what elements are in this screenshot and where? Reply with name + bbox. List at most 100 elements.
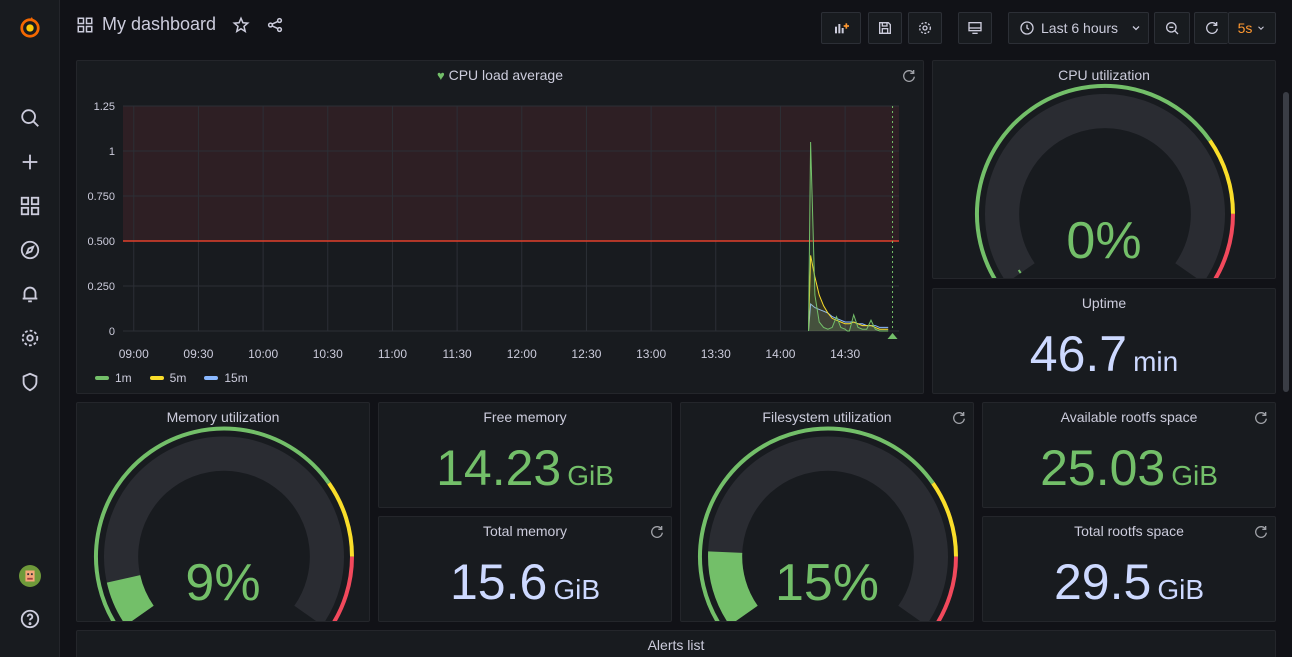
gear-icon [919,22,931,34]
refresh-icon[interactable] [1253,410,1269,426]
legend-swatch [204,376,219,380]
x-tick-label: 13:30 [701,347,731,361]
stat-value-wrap: 25.03 GiB [983,439,1275,497]
legend-label: 1m [115,371,132,385]
stat-value: 15.6 [449,554,548,610]
alerts-list-panel[interactable]: Alerts list [76,630,1276,657]
refresh-interval-picker[interactable]: 5s [1228,12,1276,44]
total-rootfs-panel[interactable]: Total rootfs space 29.5 GiB [982,516,1276,622]
y-tick-label: 1.25 [94,101,115,113]
threshold-region [123,106,899,241]
panel-title-wrap: ♥ CPU load average [77,67,923,83]
explore-icon[interactable] [15,235,45,265]
x-tick-label: 14:00 [765,347,795,361]
grafana-logo-icon[interactable] [15,13,45,43]
legend-swatch [149,376,164,380]
y-tick-label: 1 [109,146,115,158]
available-rootfs-panel[interactable]: Available rootfs space 25.03 GiB [982,402,1276,508]
uptime-panel[interactable]: Uptime 46.7 min [932,288,1276,394]
panel-title: CPU load average [448,67,563,83]
annotation-marker[interactable] [887,333,898,339]
dashboards-icon [77,17,93,32]
panel-title: Total memory [482,523,568,539]
stat-value-wrap: 46.7 min [933,325,1275,383]
panel-title: Alerts list [647,637,705,653]
x-tick-label: 10:00 [248,347,278,361]
y-tick-label: 0.500 [87,236,115,248]
legend-label: 15m [224,371,248,385]
y-tick-label: 0.250 [87,281,115,293]
legend-item-15m[interactable]: 15m [204,371,248,385]
gauge-value: 0% [1066,212,1142,270]
stat-value-wrap: 29.5 GiB [983,553,1275,611]
stat-value: 14.23 [436,440,562,496]
shield-icon[interactable] [15,367,45,397]
memory-utilization-panel[interactable]: Memory utilization 9% [76,402,370,622]
heart-icon: ♥ [436,68,445,83]
x-tick-label: 09:30 [183,347,213,361]
y-tick-label: 0.750 [87,191,115,203]
legend-swatch [95,376,109,380]
plus-icon[interactable] [15,147,45,177]
scrollbar[interactable] [1283,92,1289,392]
help-icon[interactable] [15,604,45,634]
legend-label: 5m [169,371,187,385]
dashboards-icon[interactable] [15,191,45,221]
stat-value: 46.7 [1029,326,1128,382]
panel-title: Available rootfs space [1060,409,1198,425]
clock-icon [1020,21,1034,35]
star-icon[interactable] [232,15,250,34]
time-range-picker[interactable]: Last 6 hours [1008,12,1149,44]
top-navbar: My dashboard Last 6 hours 5s [60,0,1292,56]
x-tick-label: 12:30 [571,347,601,361]
x-tick-label: 11:00 [378,347,407,361]
search-icon[interactable] [15,103,45,133]
zoom-out-icon [1166,22,1179,35]
dashboard-settings-button[interactable] [908,12,942,44]
stat-unit: GiB [1171,460,1218,491]
sidebar [0,0,60,657]
x-tick-label: 12:00 [507,347,537,361]
stat-value: 29.5 [1053,554,1152,610]
gauge-value: 9% [185,554,261,612]
cycle-view-mode-button[interactable] [958,12,992,44]
gear-icon[interactable] [15,323,45,353]
add-panel-button[interactable] [821,12,861,44]
panel-title: Total rootfs space [1074,523,1184,539]
cpu-utilization-panel[interactable]: CPU utilization 0% [932,60,1276,279]
total-memory-panel[interactable]: Total memory 15.6 GiB [378,516,672,622]
zoom-out-button[interactable] [1154,12,1190,44]
stat-value: 25.03 [1040,440,1166,496]
legend-item-5m[interactable]: 5m [149,371,187,385]
x-tick-label: 14:30 [830,347,860,361]
refresh-button[interactable] [1194,12,1228,44]
free-memory-panel[interactable]: Free memory 14.23 GiB [378,402,672,508]
share-icon[interactable] [266,16,284,34]
legend-item-1m[interactable]: 1m [95,371,132,385]
dashboard-title[interactable]: My dashboard [102,14,216,35]
save-icon [879,22,891,34]
time-range-label: Last 6 hours [1041,20,1119,36]
refresh-icon[interactable] [901,68,917,84]
filesystem-utilization-panel[interactable]: Filesystem utilization 15% [680,402,974,622]
panel-title: Uptime [1081,295,1127,311]
y-tick-label: 0 [109,326,115,338]
save-dashboard-button[interactable] [868,12,902,44]
cpu-load-chart[interactable]: 09:00 09:30 10:00 10:30 11:00 11:30 12:00 12:30… [77,91,923,391]
refresh-icon[interactable] [649,524,665,540]
cpu-load-panel[interactable]: ♥ CPU load average 09:00 09:30 10:00 10:30 1… [76,60,924,394]
stat-unit: GiB [1157,574,1204,605]
stat-unit: GiB [567,460,614,491]
avatar[interactable] [15,561,45,591]
alert-bell-icon[interactable] [15,279,45,309]
series-area-5m [808,255,889,331]
chevron-down-icon [1258,26,1265,30]
refresh-icon[interactable] [1253,524,1269,540]
panel-title: Free memory [483,409,567,425]
chart-legend: 1m 5m 15m [95,371,248,385]
refresh-interval-label: 5s [1237,20,1253,36]
refresh-icon [1205,22,1218,34]
stat-unit: GiB [553,574,600,605]
chevron-down-icon [1132,26,1140,31]
stat-value-wrap: 15.6 GiB [379,553,671,611]
